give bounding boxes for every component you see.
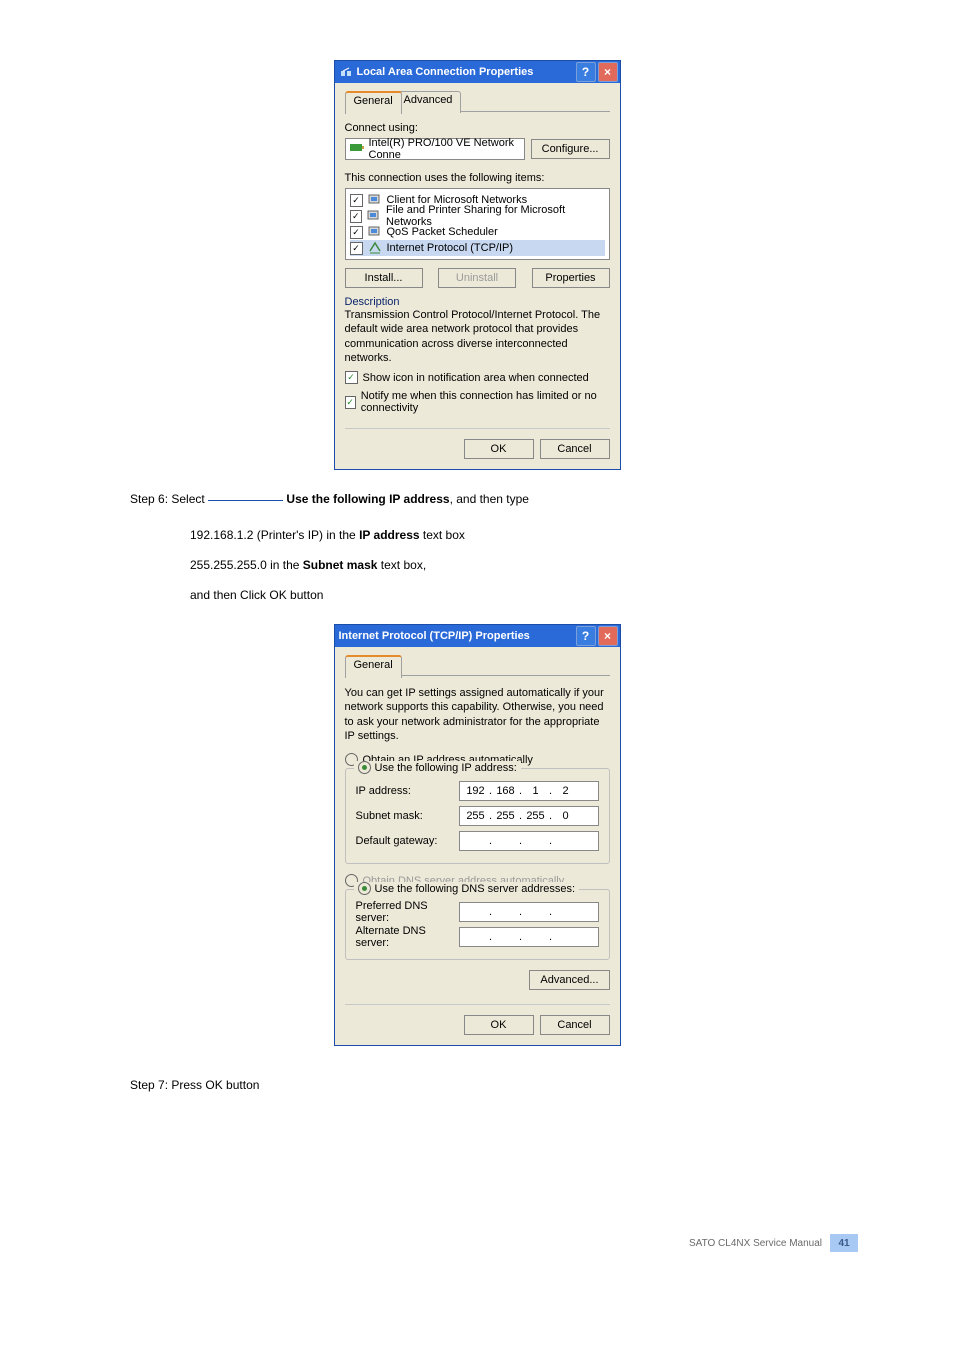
help-button[interactable]: ?: [576, 62, 596, 82]
step-6: Step 6: Select Use the following IP addr…: [130, 490, 864, 508]
cancel-button[interactable]: Cancel: [540, 439, 610, 459]
tabstrip: General Advanced: [345, 91, 610, 112]
close-button[interactable]: ×: [598, 62, 618, 82]
client-icon: [368, 193, 382, 207]
close-button[interactable]: ×: [598, 626, 618, 646]
step-text: 192.168.1.2 (Printer's IP) in the: [190, 528, 359, 542]
footer-manual: Service Manual: [753, 1238, 822, 1249]
ip-group: Use the following IP address: IP address…: [345, 768, 610, 864]
show-icon-label: Show icon in notification area when conn…: [363, 372, 589, 384]
step-text: 255.255.255.0 in the: [190, 558, 303, 572]
tab-general[interactable]: General: [345, 655, 402, 678]
step-bold: Use the following IP address: [286, 492, 449, 506]
ip-octet: 168: [494, 785, 518, 797]
tab-general[interactable]: General: [345, 91, 402, 114]
step-6-line4: and then Click OK button: [190, 586, 864, 604]
ip-octet: 0: [554, 810, 578, 822]
service-icon: [368, 225, 382, 239]
gateway-label: Default gateway:: [356, 835, 459, 847]
step-text: , and then type: [450, 492, 529, 506]
gateway-input[interactable]: ...: [459, 831, 599, 851]
step-6-line3: 255.255.255.0 in the Subnet mask text bo…: [190, 556, 864, 574]
ip-address-label: IP address:: [356, 785, 459, 797]
titlebar: Local Area Connection Properties ? ×: [335, 61, 620, 83]
nic-icon: [350, 143, 364, 156]
radio-use-dns-label: Use the following DNS server addresses:: [375, 883, 576, 895]
properties-button[interactable]: Properties: [532, 268, 610, 288]
checkbox-icon[interactable]: ✓: [350, 242, 363, 255]
ip-octet: 2: [554, 785, 578, 797]
connect-using-label: Connect using:: [345, 122, 610, 134]
ip-octet: 255: [524, 810, 548, 822]
help-button[interactable]: ?: [576, 626, 596, 646]
description-text: Transmission Control Protocol/Internet P…: [345, 308, 605, 365]
subnet-label: Subnet mask:: [356, 810, 459, 822]
ok-button[interactable]: OK: [464, 1015, 534, 1035]
checkbox-icon[interactable]: ✓: [350, 194, 363, 207]
subnet-input[interactable]: 255. 255. 255. 0: [459, 806, 599, 826]
pref-dns-label: Preferred DNS server:: [356, 900, 459, 924]
ip-octet: 1: [524, 785, 548, 797]
install-button[interactable]: Install...: [345, 268, 423, 288]
item-label: Internet Protocol (TCP/IP): [387, 242, 514, 254]
step-label: Step 7:: [130, 1078, 168, 1092]
items-label: This connection uses the following items…: [345, 172, 610, 184]
underline-decoration: [208, 500, 283, 501]
uninstall-button: Uninstall: [438, 268, 516, 288]
checkbox-notify[interactable]: ✓: [345, 396, 356, 409]
alt-dns-label: Alternate DNS server:: [356, 925, 459, 949]
footer-product: SATO CL4NX: [689, 1238, 750, 1249]
radio-use-ip-label: Use the following IP address:: [375, 762, 517, 774]
step-text: text box: [420, 528, 465, 542]
page-number: 41: [830, 1234, 858, 1252]
cancel-button[interactable]: Cancel: [540, 1015, 610, 1035]
description-heading: Description: [345, 296, 610, 308]
titlebar: Internet Protocol (TCP/IP) Properties ? …: [335, 625, 620, 647]
ip-address-input[interactable]: 192. 168. 1. 2: [459, 781, 599, 801]
step-7: Step 7: Press OK button: [130, 1076, 864, 1094]
tcpip-properties-dialog: Internet Protocol (TCP/IP) Properties ? …: [334, 624, 621, 1046]
list-item[interactable]: ✓ File and Printer Sharing for Microsoft…: [350, 208, 605, 224]
step-bold: IP address: [359, 528, 419, 542]
checkbox-icon[interactable]: ✓: [350, 226, 363, 239]
radio-use-dns[interactable]: [358, 882, 371, 895]
configure-button[interactable]: Configure...: [531, 139, 610, 159]
pref-dns-input[interactable]: ...: [459, 902, 599, 922]
dialog-title: Local Area Connection Properties: [357, 66, 534, 78]
info-text: You can get IP settings assigned automat…: [345, 686, 610, 743]
step-text: text box,: [377, 558, 426, 572]
step-label: Step 6:: [130, 492, 168, 506]
advanced-button[interactable]: Advanced...: [529, 970, 609, 990]
ok-button[interactable]: OK: [464, 439, 534, 459]
adapter-box: Intel(R) PRO/100 VE Network Conne: [345, 138, 525, 160]
page-footer: SATO CL4NX Service Manual 41: [90, 1234, 864, 1252]
alt-dns-input[interactable]: ...: [459, 927, 599, 947]
ip-octet: 255: [464, 810, 488, 822]
dialog-title: Internet Protocol (TCP/IP) Properties: [339, 630, 530, 642]
dns-group: Use the following DNS server addresses: …: [345, 889, 610, 960]
checkbox-icon[interactable]: ✓: [350, 210, 363, 223]
tab-advanced[interactable]: Advanced: [395, 91, 462, 113]
ip-octet: 255: [494, 810, 518, 822]
items-listbox[interactable]: ✓ Client for Microsoft Networks ✓ File a…: [345, 188, 610, 260]
step-text: Select: [171, 492, 208, 506]
notify-label: Notify me when this connection has limit…: [361, 390, 610, 414]
checkbox-show-icon[interactable]: ✓: [345, 371, 358, 384]
ip-octet: 192: [464, 785, 488, 797]
adapter-name: Intel(R) PRO/100 VE Network Conne: [369, 137, 524, 161]
tabstrip: General: [345, 655, 610, 676]
step-text: Press OK button: [171, 1078, 259, 1092]
service-icon: [367, 209, 381, 223]
item-label: QoS Packet Scheduler: [387, 226, 498, 238]
protocol-icon: [368, 241, 382, 255]
connection-icon: [339, 65, 353, 79]
step-6-line2: 192.168.1.2 (Printer's IP) in the IP add…: [190, 526, 864, 544]
list-item-selected[interactable]: ✓ Internet Protocol (TCP/IP): [350, 240, 605, 256]
item-label: File and Printer Sharing for Microsoft N…: [386, 204, 604, 228]
radio-use-ip[interactable]: [358, 761, 371, 774]
step-bold: Subnet mask: [303, 558, 378, 572]
lan-properties-dialog: Local Area Connection Properties ? × Gen…: [334, 60, 621, 470]
